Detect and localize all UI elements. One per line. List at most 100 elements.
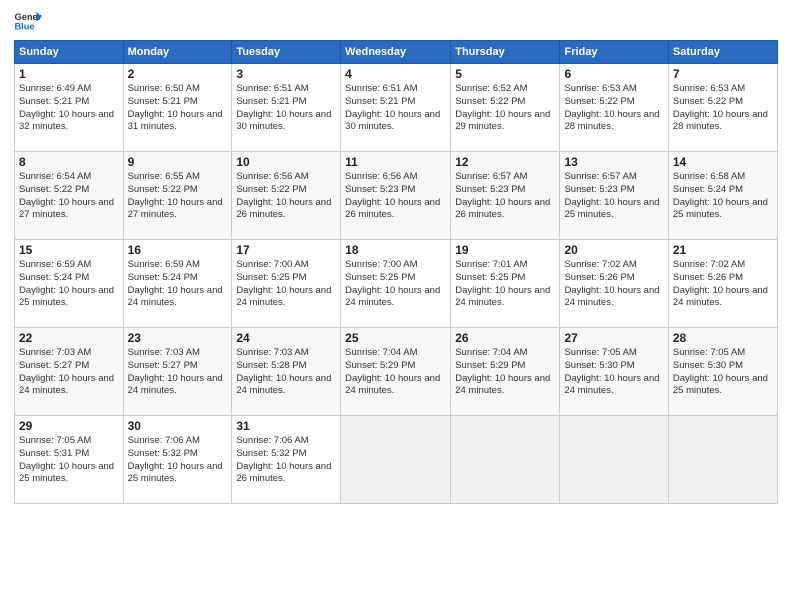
day-number: 9 bbox=[128, 155, 228, 169]
day-number: 13 bbox=[564, 155, 663, 169]
day-detail: Sunrise: 6:49 AMSunset: 5:21 PMDaylight:… bbox=[19, 83, 114, 132]
day-cell-31: 31 Sunrise: 7:06 AMSunset: 5:32 PMDaylig… bbox=[232, 416, 341, 504]
day-detail: Sunrise: 7:03 AMSunset: 5:28 PMDaylight:… bbox=[236, 347, 331, 396]
day-cell-20: 20 Sunrise: 7:02 AMSunset: 5:26 PMDaylig… bbox=[560, 240, 668, 328]
day-cell-21: 21 Sunrise: 7:02 AMSunset: 5:26 PMDaylig… bbox=[668, 240, 777, 328]
day-cell-17: 17 Sunrise: 7:00 AMSunset: 5:25 PMDaylig… bbox=[232, 240, 341, 328]
day-number: 6 bbox=[564, 67, 663, 81]
day-cell-15: 15 Sunrise: 6:59 AMSunset: 5:24 PMDaylig… bbox=[15, 240, 124, 328]
day-cell-8: 8 Sunrise: 6:54 AMSunset: 5:22 PMDayligh… bbox=[15, 152, 124, 240]
day-detail: Sunrise: 6:57 AMSunset: 5:23 PMDaylight:… bbox=[455, 171, 550, 220]
day-number: 10 bbox=[236, 155, 336, 169]
day-detail: Sunrise: 7:06 AMSunset: 5:32 PMDaylight:… bbox=[236, 435, 331, 484]
day-cell-22: 22 Sunrise: 7:03 AMSunset: 5:27 PMDaylig… bbox=[15, 328, 124, 416]
day-detail: Sunrise: 6:51 AMSunset: 5:21 PMDaylight:… bbox=[236, 83, 331, 132]
weekday-header-sunday: Sunday bbox=[15, 41, 124, 64]
day-detail: Sunrise: 6:57 AMSunset: 5:23 PMDaylight:… bbox=[564, 171, 659, 220]
day-number: 25 bbox=[345, 331, 446, 345]
empty-cell bbox=[341, 416, 451, 504]
day-cell-27: 27 Sunrise: 7:05 AMSunset: 5:30 PMDaylig… bbox=[560, 328, 668, 416]
day-detail: Sunrise: 7:02 AMSunset: 5:26 PMDaylight:… bbox=[673, 259, 768, 308]
day-detail: Sunrise: 7:05 AMSunset: 5:30 PMDaylight:… bbox=[564, 347, 659, 396]
day-number: 27 bbox=[564, 331, 663, 345]
day-detail: Sunrise: 7:05 AMSunset: 5:31 PMDaylight:… bbox=[19, 435, 114, 484]
day-detail: Sunrise: 6:59 AMSunset: 5:24 PMDaylight:… bbox=[128, 259, 223, 308]
calendar: SundayMondayTuesdayWednesdayThursdayFrid… bbox=[14, 40, 778, 504]
day-number: 17 bbox=[236, 243, 336, 257]
day-cell-23: 23 Sunrise: 7:03 AMSunset: 5:27 PMDaylig… bbox=[123, 328, 232, 416]
day-number: 23 bbox=[128, 331, 228, 345]
day-cell-18: 18 Sunrise: 7:00 AMSunset: 5:25 PMDaylig… bbox=[341, 240, 451, 328]
weekday-header-row: SundayMondayTuesdayWednesdayThursdayFrid… bbox=[15, 41, 778, 64]
day-detail: Sunrise: 6:54 AMSunset: 5:22 PMDaylight:… bbox=[19, 171, 114, 220]
day-number: 2 bbox=[128, 67, 228, 81]
weekday-header-thursday: Thursday bbox=[451, 41, 560, 64]
week-row-5: 29 Sunrise: 7:05 AMSunset: 5:31 PMDaylig… bbox=[15, 416, 778, 504]
day-cell-19: 19 Sunrise: 7:01 AMSunset: 5:25 PMDaylig… bbox=[451, 240, 560, 328]
day-number: 30 bbox=[128, 419, 228, 433]
day-cell-4: 4 Sunrise: 6:51 AMSunset: 5:21 PMDayligh… bbox=[341, 64, 451, 152]
day-detail: Sunrise: 6:52 AMSunset: 5:22 PMDaylight:… bbox=[455, 83, 550, 132]
day-cell-2: 2 Sunrise: 6:50 AMSunset: 5:21 PMDayligh… bbox=[123, 64, 232, 152]
day-cell-9: 9 Sunrise: 6:55 AMSunset: 5:22 PMDayligh… bbox=[123, 152, 232, 240]
empty-cell bbox=[451, 416, 560, 504]
day-number: 21 bbox=[673, 243, 773, 257]
day-detail: Sunrise: 7:00 AMSunset: 5:25 PMDaylight:… bbox=[236, 259, 331, 308]
day-detail: Sunrise: 6:53 AMSunset: 5:22 PMDaylight:… bbox=[673, 83, 768, 132]
empty-cell bbox=[560, 416, 668, 504]
day-cell-25: 25 Sunrise: 7:04 AMSunset: 5:29 PMDaylig… bbox=[341, 328, 451, 416]
week-row-2: 8 Sunrise: 6:54 AMSunset: 5:22 PMDayligh… bbox=[15, 152, 778, 240]
day-detail: Sunrise: 6:55 AMSunset: 5:22 PMDaylight:… bbox=[128, 171, 223, 220]
day-cell-24: 24 Sunrise: 7:03 AMSunset: 5:28 PMDaylig… bbox=[232, 328, 341, 416]
day-cell-16: 16 Sunrise: 6:59 AMSunset: 5:24 PMDaylig… bbox=[123, 240, 232, 328]
day-number: 31 bbox=[236, 419, 336, 433]
header: General Blue bbox=[14, 10, 778, 32]
day-number: 8 bbox=[19, 155, 119, 169]
day-cell-28: 28 Sunrise: 7:05 AMSunset: 5:30 PMDaylig… bbox=[668, 328, 777, 416]
weekday-header-tuesday: Tuesday bbox=[232, 41, 341, 64]
day-number: 18 bbox=[345, 243, 446, 257]
day-cell-30: 30 Sunrise: 7:06 AMSunset: 5:32 PMDaylig… bbox=[123, 416, 232, 504]
day-cell-5: 5 Sunrise: 6:52 AMSunset: 5:22 PMDayligh… bbox=[451, 64, 560, 152]
logo-icon: General Blue bbox=[14, 10, 42, 32]
day-number: 28 bbox=[673, 331, 773, 345]
day-detail: Sunrise: 7:00 AMSunset: 5:25 PMDaylight:… bbox=[345, 259, 440, 308]
empty-cell bbox=[668, 416, 777, 504]
day-detail: Sunrise: 7:06 AMSunset: 5:32 PMDaylight:… bbox=[128, 435, 223, 484]
day-cell-3: 3 Sunrise: 6:51 AMSunset: 5:21 PMDayligh… bbox=[232, 64, 341, 152]
day-number: 20 bbox=[564, 243, 663, 257]
day-cell-1: 1 Sunrise: 6:49 AMSunset: 5:21 PMDayligh… bbox=[15, 64, 124, 152]
weekday-header-wednesday: Wednesday bbox=[341, 41, 451, 64]
day-detail: Sunrise: 6:56 AMSunset: 5:23 PMDaylight:… bbox=[345, 171, 440, 220]
day-detail: Sunrise: 7:04 AMSunset: 5:29 PMDaylight:… bbox=[345, 347, 440, 396]
day-number: 7 bbox=[673, 67, 773, 81]
day-detail: Sunrise: 6:56 AMSunset: 5:22 PMDaylight:… bbox=[236, 171, 331, 220]
day-number: 16 bbox=[128, 243, 228, 257]
day-cell-14: 14 Sunrise: 6:58 AMSunset: 5:24 PMDaylig… bbox=[668, 152, 777, 240]
day-number: 1 bbox=[19, 67, 119, 81]
day-number: 19 bbox=[455, 243, 555, 257]
day-detail: Sunrise: 6:58 AMSunset: 5:24 PMDaylight:… bbox=[673, 171, 768, 220]
day-number: 11 bbox=[345, 155, 446, 169]
logo: General Blue bbox=[14, 10, 42, 32]
day-cell-6: 6 Sunrise: 6:53 AMSunset: 5:22 PMDayligh… bbox=[560, 64, 668, 152]
day-detail: Sunrise: 6:59 AMSunset: 5:24 PMDaylight:… bbox=[19, 259, 114, 308]
day-detail: Sunrise: 6:50 AMSunset: 5:21 PMDaylight:… bbox=[128, 83, 223, 132]
weekday-header-friday: Friday bbox=[560, 41, 668, 64]
day-detail: Sunrise: 7:03 AMSunset: 5:27 PMDaylight:… bbox=[128, 347, 223, 396]
day-detail: Sunrise: 7:02 AMSunset: 5:26 PMDaylight:… bbox=[564, 259, 659, 308]
day-number: 12 bbox=[455, 155, 555, 169]
day-cell-11: 11 Sunrise: 6:56 AMSunset: 5:23 PMDaylig… bbox=[341, 152, 451, 240]
day-cell-13: 13 Sunrise: 6:57 AMSunset: 5:23 PMDaylig… bbox=[560, 152, 668, 240]
day-number: 14 bbox=[673, 155, 773, 169]
week-row-1: 1 Sunrise: 6:49 AMSunset: 5:21 PMDayligh… bbox=[15, 64, 778, 152]
day-detail: Sunrise: 7:01 AMSunset: 5:25 PMDaylight:… bbox=[455, 259, 550, 308]
day-detail: Sunrise: 7:05 AMSunset: 5:30 PMDaylight:… bbox=[673, 347, 768, 396]
day-cell-29: 29 Sunrise: 7:05 AMSunset: 5:31 PMDaylig… bbox=[15, 416, 124, 504]
day-number: 4 bbox=[345, 67, 446, 81]
day-number: 15 bbox=[19, 243, 119, 257]
day-cell-26: 26 Sunrise: 7:04 AMSunset: 5:29 PMDaylig… bbox=[451, 328, 560, 416]
day-detail: Sunrise: 7:04 AMSunset: 5:29 PMDaylight:… bbox=[455, 347, 550, 396]
day-detail: Sunrise: 6:51 AMSunset: 5:21 PMDaylight:… bbox=[345, 83, 440, 132]
day-number: 3 bbox=[236, 67, 336, 81]
